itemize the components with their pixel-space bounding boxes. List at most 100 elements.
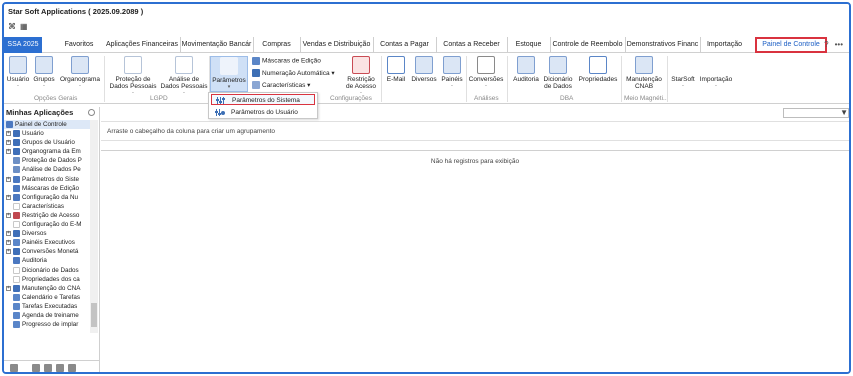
tree-node[interactable]: Proteção de Dados P xyxy=(4,156,90,165)
numeracao-automatica-button[interactable]: Numeração Automática ▾ xyxy=(252,69,335,78)
app-menu-icon[interactable]: ⌘ xyxy=(8,22,16,31)
mascaras-edicao-button[interactable]: Máscaras de Edição xyxy=(252,57,321,65)
propriedades-button[interactable]: Propriedades xyxy=(578,56,618,83)
tree-node[interactable]: Propriedades dos ca xyxy=(4,275,90,284)
tree-node[interactable]: Calendário e Tarefas xyxy=(4,293,90,302)
tree-node[interactable]: Análise de Dados Pe xyxy=(4,165,90,174)
filter-icon[interactable]: ▼ xyxy=(840,108,848,117)
analise-dados-button[interactable]: Análise de Dados Pessoais - xyxy=(160,56,208,97)
tab-contas-receber[interactable]: Contas a Receber xyxy=(436,37,506,53)
tab-demonstrativos-financeiros[interactable]: Demonstrativos Financ xyxy=(625,37,699,53)
tree-node-icon xyxy=(13,157,20,165)
expand-icon[interactable]: + xyxy=(6,285,11,291)
tree-node[interactable]: Progresso de implar xyxy=(4,320,90,329)
tree-node[interactable]: + Organograma da Em xyxy=(4,147,90,156)
paineis-button[interactable]: Painéis - xyxy=(440,56,464,90)
protecao-dados-button[interactable]: Proteção de Dados Pessoais - xyxy=(108,56,158,97)
tab-vendas-distribuicao[interactable]: Vendas e Distribuição xyxy=(300,37,372,53)
expand-icon[interactable]: + xyxy=(6,149,11,155)
tree-node[interactable]: Dicionário de Dados xyxy=(4,266,90,275)
scrollbar-thumb[interactable] xyxy=(91,303,97,327)
email-button[interactable]: E-Mail xyxy=(384,56,408,83)
user-sliders-icon xyxy=(215,109,225,116)
group-panel-hint[interactable]: Arraste o cabeçalho da coluna para criar… xyxy=(101,121,849,141)
tab-movimentacao-bancaria[interactable]: Movimentação Bancár xyxy=(180,37,252,53)
expand-icon[interactable]: + xyxy=(6,140,11,146)
tree-node[interactable]: + Parâmetros do Siste xyxy=(4,175,90,184)
expand-icon[interactable]: + xyxy=(6,240,11,246)
save-icon[interactable] xyxy=(56,364,64,372)
tree-node-icon xyxy=(13,139,20,147)
grid-icon[interactable]: ▦ xyxy=(20,22,28,31)
tree-node-icon xyxy=(13,293,20,301)
tree-node-label: Conversões Monetá xyxy=(22,248,79,256)
sliders-icon xyxy=(216,97,226,104)
expand-icon[interactable]: + xyxy=(6,231,11,237)
org-chart-icon xyxy=(71,56,89,74)
tree-node-label: Análise de Dados Pe xyxy=(22,166,81,174)
currency-conversion-icon xyxy=(477,56,495,74)
restricao-acesso-button[interactable]: Restrição de Acesso - xyxy=(344,56,378,97)
tree-node[interactable]: + Restrição de Acesso xyxy=(4,211,90,220)
expand-icon[interactable]: + xyxy=(6,212,11,218)
caracteristicas-button[interactable]: Características ▾ xyxy=(252,81,310,90)
starsoft-button[interactable]: StarSoft - xyxy=(669,76,697,90)
tab-favoritos[interactable]: Favoritos xyxy=(58,37,100,53)
grupos-button[interactable]: Grupos - xyxy=(32,56,56,90)
tab-importacao[interactable]: Importação xyxy=(700,37,748,53)
expand-icon[interactable]: + xyxy=(6,194,11,200)
tree-node[interactable]: Tarefas Executadas xyxy=(4,302,90,311)
tree-node[interactable]: Máscaras de Edição xyxy=(4,184,90,193)
expand-icon[interactable]: + xyxy=(6,131,11,137)
grid-view-icon[interactable] xyxy=(10,364,18,372)
tab-estoque[interactable]: Estoque xyxy=(507,37,549,53)
tree-node[interactable]: Configuração do E-M xyxy=(4,220,90,229)
tree-node[interactable]: + Conversões Monetá xyxy=(4,247,90,256)
tab-painel-de-controle[interactable]: Painel de Controle xyxy=(755,37,827,53)
expand-icon[interactable]: + xyxy=(6,249,11,255)
tree-node-label: Organograma da Em xyxy=(22,148,81,156)
expand-icon[interactable]: + xyxy=(6,176,11,182)
tab-controle-reembolso[interactable]: Controle de Reembolo xyxy=(550,37,624,53)
tree-node[interactable]: + Configuração da Nu xyxy=(4,193,90,202)
menu-item-parametros-usuario[interactable]: Parâmetros do Usuário xyxy=(211,107,315,118)
dicionario-dados-button[interactable]: Dicionário de Dados xyxy=(542,56,574,90)
tree-root[interactable]: Painel de Controle xyxy=(4,120,90,130)
tree-node[interactable]: + Usuário xyxy=(4,129,90,138)
group-label-analises: Análises xyxy=(474,95,499,102)
group-label-lgpd: LGPD xyxy=(150,95,168,102)
tree-node[interactable]: Características xyxy=(4,202,90,211)
app-window: Star Soft Applications ( 2025.09.2089 ) … xyxy=(2,2,851,374)
tree-scrollbar[interactable] xyxy=(90,120,98,333)
tree-node[interactable]: + Grupos de Usuário xyxy=(4,138,90,147)
tree-node[interactable]: Agenda de treiname xyxy=(4,311,90,320)
tree-node-label: Painéis Executivos xyxy=(22,239,75,247)
tab-contas-pagar[interactable]: Contas a Pagar xyxy=(373,37,435,53)
chevron-down-icon[interactable] xyxy=(68,364,76,372)
conversoes-button[interactable]: Conversões - xyxy=(468,56,504,90)
parametros-button[interactable]: Parâmetros ▾ xyxy=(210,56,248,92)
help-icon[interactable]: ? xyxy=(824,40,828,49)
tree-node-label: Parâmetros do Siste xyxy=(22,175,80,183)
usuario-button[interactable]: Usuário - xyxy=(6,56,30,90)
auditoria-button[interactable]: Auditoria xyxy=(510,56,542,83)
manutencao-cnab-button[interactable]: Manutenção CNAB xyxy=(624,56,664,90)
list-icon[interactable] xyxy=(44,364,52,372)
tree-node[interactable]: Auditoria xyxy=(4,256,90,265)
tree-node[interactable]: + Manutenção do CNA xyxy=(4,284,90,293)
tree-node[interactable]: + Painéis Executivos xyxy=(4,238,90,247)
more-options-icon[interactable]: ••• xyxy=(835,40,843,49)
pin-icon[interactable] xyxy=(88,109,95,116)
group-label-opcoes-gerais: Opções Gerais xyxy=(34,95,78,102)
calendar-icon[interactable] xyxy=(32,364,40,372)
tab-ssa-2025[interactable]: SSA 2025 xyxy=(4,37,42,53)
tab-compras[interactable]: Compras xyxy=(253,37,299,53)
diversos-button[interactable]: Diversos xyxy=(410,56,438,83)
ribbon-tabs: SSA 2025 Favoritos Aplicações Financeira… xyxy=(4,37,849,53)
organograma-button[interactable]: Organograma - xyxy=(58,56,102,90)
importacao-button[interactable]: Importação - xyxy=(699,76,733,90)
tree-node[interactable]: + Diversos xyxy=(4,229,90,238)
tab-aplicacoes-financeiras[interactable]: Aplicações Financeiras xyxy=(105,37,179,53)
tree-node-icon xyxy=(13,230,20,238)
menu-item-parametros-sistema[interactable]: Parâmetros do Sistema xyxy=(211,94,315,105)
